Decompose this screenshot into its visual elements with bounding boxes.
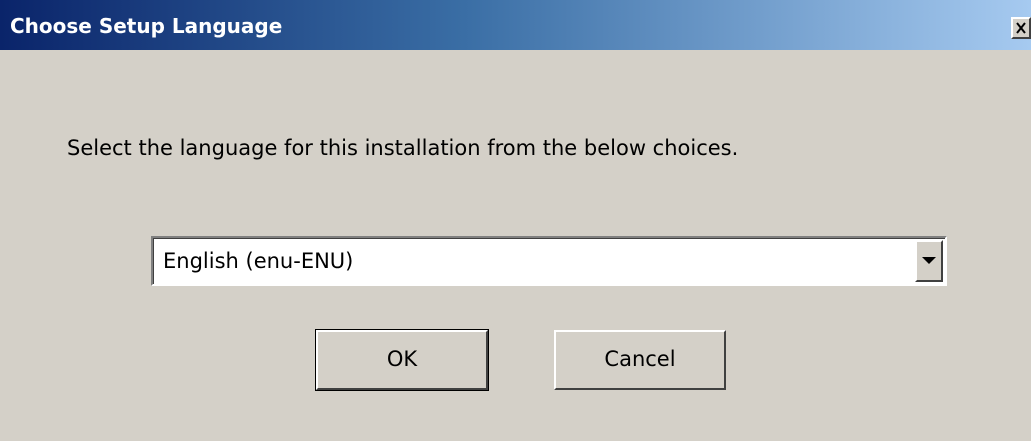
title-bar: Choose Setup Language [0, 0, 1031, 50]
close-button[interactable] [1011, 17, 1031, 39]
chevron-down-icon [922, 257, 936, 264]
window-title: Choose Setup Language [10, 14, 283, 38]
instruction-text: Select the language for this installatio… [67, 136, 739, 160]
ok-button[interactable]: OK [315, 329, 489, 391]
cancel-button[interactable]: Cancel [554, 330, 726, 390]
close-icon [1016, 22, 1026, 34]
language-dropdown-button[interactable] [915, 240, 943, 282]
language-select-value: English (enu-ENU) [163, 249, 354, 273]
setup-language-dialog: Choose Setup Language Select the languag… [0, 0, 1031, 441]
language-select[interactable]: English (enu-ENU) [151, 236, 947, 286]
